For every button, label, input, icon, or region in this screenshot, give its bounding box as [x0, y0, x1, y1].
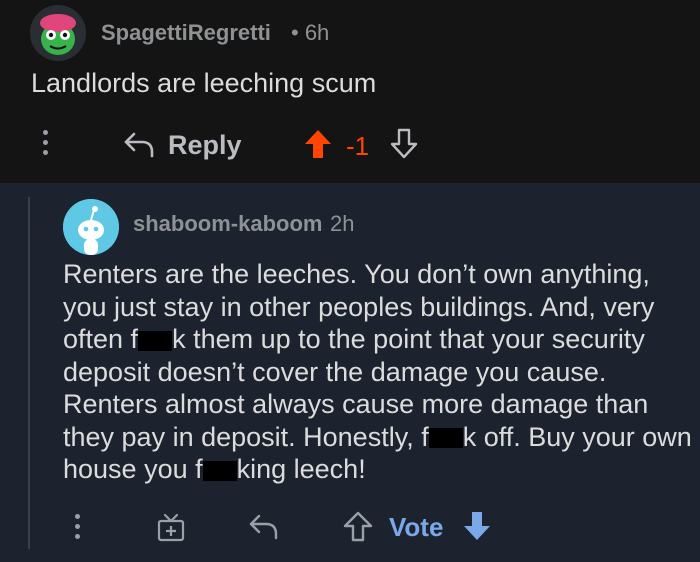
vote-label: Vote: [389, 512, 444, 542]
body-part: king leech!: [236, 454, 366, 484]
reply-arrow-icon: [124, 132, 154, 158]
upvote-arrow-icon: [305, 130, 331, 158]
avatar-shaboom-kaboom[interactable]: [63, 199, 119, 255]
timestamp: 2h: [330, 211, 355, 236]
award-icon: [157, 513, 185, 542]
downvote-button[interactable]: [461, 510, 493, 547]
reply-arrow-icon: [249, 514, 278, 540]
username[interactable]: shaboom-kaboom: [133, 211, 322, 237]
reply-button[interactable]: Reply: [122, 128, 242, 162]
downvote-button[interactable]: [389, 128, 419, 165]
comment-body: Landlords are leeching scum: [31, 68, 377, 98]
avatar-image: [30, 5, 86, 61]
upvote-button[interactable]: [342, 510, 374, 547]
redaction-block: [428, 428, 463, 449]
upvote-button[interactable]: [303, 128, 333, 165]
redaction-block: [202, 460, 237, 481]
more-icon[interactable]: [43, 130, 49, 160]
comment-body: Renters are the leeches. You don’t own a…: [63, 258, 693, 486]
award-button[interactable]: [155, 511, 187, 548]
downvote-arrow-icon: [464, 512, 490, 540]
timestamp: • 6h: [291, 20, 330, 45]
vote-score: -1: [346, 131, 370, 161]
reply-label: Reply: [168, 129, 242, 160]
thread-line[interactable]: [28, 197, 30, 549]
reply-button[interactable]: [248, 512, 280, 547]
more-icon[interactable]: [75, 514, 81, 546]
redaction-block: [138, 330, 173, 351]
avatar-image: [63, 199, 119, 255]
downvote-arrow-icon: [390, 128, 418, 159]
upvote-arrow-icon: [343, 511, 373, 542]
avatar-spagettiregretti[interactable]: [30, 5, 86, 61]
username[interactable]: SpagettiRegretti: [101, 20, 271, 46]
